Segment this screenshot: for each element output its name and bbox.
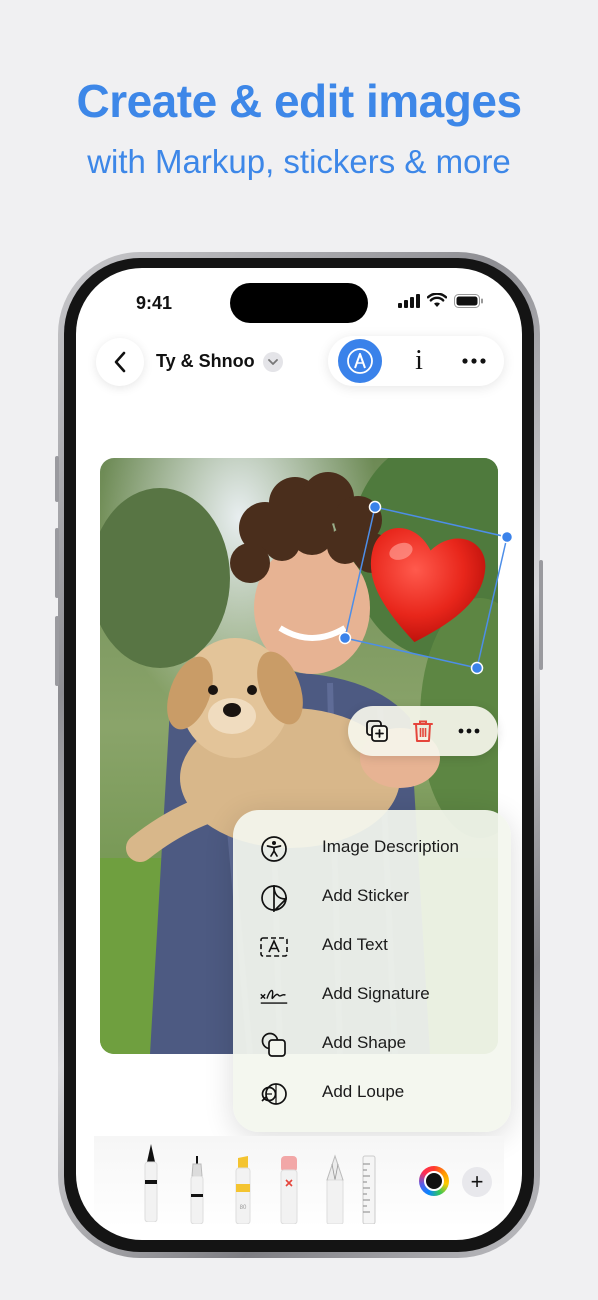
ellipsis-icon — [462, 358, 486, 364]
resize-handle — [500, 530, 514, 544]
back-button[interactable] — [96, 338, 144, 386]
highlighter-tool[interactable]: 80 — [230, 1154, 256, 1224]
delete-button[interactable] — [406, 714, 440, 748]
phone-screen: 9:41 Ty & Shnoo i Image Description Add … — [76, 268, 522, 1240]
menu-item-label: Add Text — [322, 935, 388, 954]
volume-down-button — [55, 616, 59, 686]
menu-item-add-shape[interactable]: Add Shape — [233, 1020, 511, 1069]
action-button — [55, 456, 59, 502]
status-time: 9:41 — [136, 293, 173, 313]
loupe-icon — [259, 1079, 289, 1109]
signature-icon — [259, 981, 289, 1011]
sticker-more-button[interactable] — [452, 714, 486, 748]
color-picker-button[interactable] — [419, 1166, 449, 1196]
menu-item-add-signature[interactable]: Add Signature — [233, 971, 511, 1020]
chevron-left-icon — [114, 351, 126, 373]
ruler-tool[interactable] — [362, 1154, 376, 1224]
markup-add-menu: Image Description Add Sticker Add Text A… — [233, 810, 511, 1132]
status-icons — [398, 293, 484, 308]
menu-item-add-text[interactable]: Add Text — [233, 922, 511, 971]
duplicate-button[interactable] — [360, 714, 394, 748]
add-tool-button[interactable]: + — [462, 1167, 492, 1197]
current-color-swatch — [424, 1171, 444, 1191]
toolbar-actions: i — [328, 336, 504, 386]
info-button[interactable]: i — [400, 342, 438, 380]
menu-item-label: Image Description — [322, 837, 460, 856]
hero-title: Create & edit images — [76, 75, 522, 127]
sticker-actions-bar — [348, 706, 498, 756]
markup-pen-icon — [347, 348, 373, 374]
volume-up-button — [55, 528, 59, 598]
more-button[interactable] — [454, 342, 494, 380]
duplicate-icon — [366, 720, 388, 742]
wifi-icon — [427, 293, 447, 307]
menu-item-label: Add Signature — [322, 984, 430, 1003]
chevron-down-icon — [268, 358, 278, 365]
accessibility-icon — [259, 834, 289, 864]
text-box-icon — [259, 932, 289, 962]
sticker-icon — [259, 883, 289, 913]
dynamic-island — [230, 283, 368, 323]
ellipsis-icon — [458, 728, 480, 734]
pencil-tool[interactable] — [322, 1154, 348, 1224]
fineliner-tool[interactable] — [184, 1154, 210, 1224]
cellular-signal-icon — [398, 293, 420, 308]
menu-item-add-loupe[interactable]: Add Loupe — [233, 1069, 511, 1118]
pen-tool[interactable] — [138, 1142, 164, 1222]
hero-subtitle: with Markup, stickers & more — [87, 143, 511, 180]
menu-item-label: Add Loupe — [322, 1082, 405, 1101]
marker-size-label: 80 — [240, 1205, 247, 1211]
shape-icon — [259, 1030, 289, 1060]
menu-item-add-sticker[interactable]: Add Sticker — [233, 873, 511, 922]
menu-item-label: Add Sticker — [322, 886, 409, 905]
menu-item-image-description[interactable]: Image Description — [233, 824, 511, 873]
menu-item-label: Add Shape — [322, 1033, 407, 1052]
eraser-tool[interactable] — [276, 1154, 302, 1224]
trash-icon — [413, 720, 433, 742]
document-title[interactable]: Ty & Shnoo — [156, 351, 255, 372]
side-button — [539, 560, 543, 670]
markup-button[interactable] — [338, 339, 382, 383]
title-menu-button[interactable] — [263, 352, 283, 372]
battery-icon — [454, 293, 483, 308]
